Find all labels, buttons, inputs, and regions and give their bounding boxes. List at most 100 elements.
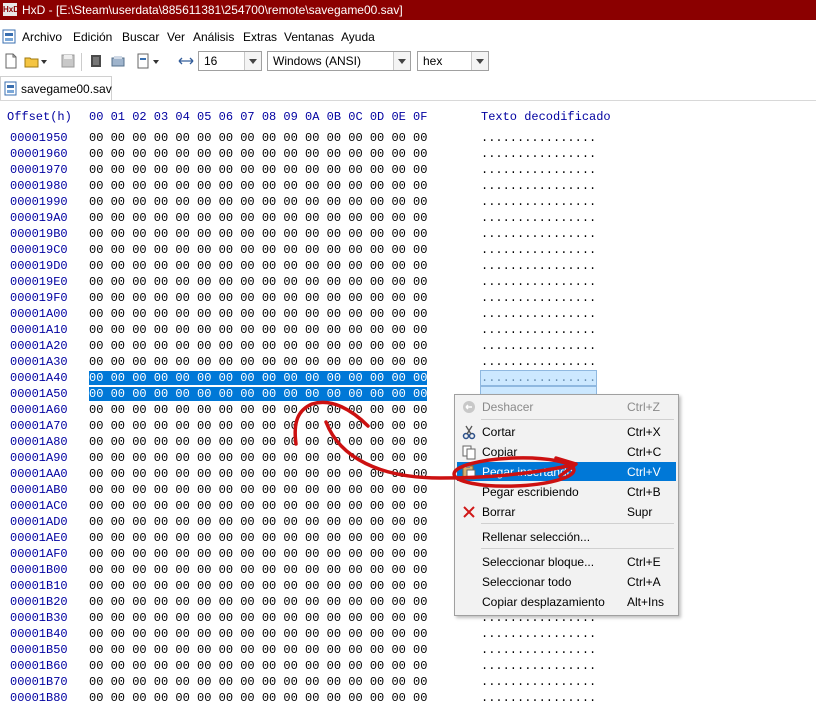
row-offset: 00001AD0 <box>10 515 68 529</box>
menu-item-pegar-escribiendo[interactable]: Pegar escribiendo Ctrl+B <box>457 482 676 501</box>
row-bytes[interactable]: 00 00 00 00 00 00 00 00 00 00 00 00 00 0… <box>89 515 427 529</box>
menu-item-label: Copiar desplazamiento <box>482 595 605 609</box>
ram-icon[interactable] <box>88 53 104 69</box>
menu-archivo[interactable]: Archivo <box>22 30 62 44</box>
row-decoded-text[interactable]: ................ <box>481 323 596 337</box>
row-bytes[interactable]: 00 00 00 00 00 00 00 00 00 00 00 00 00 0… <box>89 451 427 465</box>
row-bytes[interactable]: 00 00 00 00 00 00 00 00 00 00 00 00 00 0… <box>89 323 427 337</box>
menu-ayuda[interactable]: Ayuda <box>341 30 375 44</box>
menu-ver[interactable]: Ver <box>167 30 185 44</box>
row-bytes[interactable]: 00 00 00 00 00 00 00 00 00 00 00 00 00 0… <box>89 435 427 449</box>
menu-item-copiar[interactable]: Copiar Ctrl+C <box>457 442 676 461</box>
row-bytes[interactable]: 00 00 00 00 00 00 00 00 00 00 00 00 00 0… <box>89 403 427 417</box>
row-bytes[interactable]: 00 00 00 00 00 00 00 00 00 00 00 00 00 0… <box>89 259 427 273</box>
row-bytes[interactable]: 00 00 00 00 00 00 00 00 00 00 00 00 00 0… <box>89 179 427 193</box>
hxd-app-icon[interactable]: HxD <box>3 3 19 16</box>
row-bytes[interactable]: 00 00 00 00 00 00 00 00 00 00 00 00 00 0… <box>89 659 427 673</box>
row-decoded-text[interactable]: ................ <box>481 307 596 321</box>
row-bytes[interactable]: 00 00 00 00 00 00 00 00 00 00 00 00 00 0… <box>89 163 427 177</box>
offset-header: Offset(h) <box>7 110 72 124</box>
row-bytes[interactable]: 00 00 00 00 00 00 00 00 00 00 00 00 00 0… <box>89 387 428 401</box>
row-decoded-text[interactable]: ................ <box>481 243 596 257</box>
row-bytes[interactable]: 00 00 00 00 00 00 00 00 00 00 00 00 00 0… <box>89 483 427 497</box>
menu-item-label: Deshacer <box>482 400 534 414</box>
row-decoded-text[interactable]: ................ <box>481 131 596 145</box>
chevron-down-icon[interactable] <box>471 52 488 70</box>
row-decoded-text[interactable]: ................ <box>481 179 596 193</box>
row-bytes[interactable]: 00 00 00 00 00 00 00 00 00 00 00 00 00 0… <box>89 611 427 625</box>
row-decoded-text[interactable]: ................ <box>479 370 598 386</box>
row-decoded-text[interactable]: ................ <box>481 211 596 225</box>
row-bytes[interactable]: 00 00 00 00 00 00 00 00 00 00 00 00 00 0… <box>89 531 427 545</box>
row-bytes[interactable]: 00 00 00 00 00 00 00 00 00 00 00 00 00 0… <box>89 227 427 241</box>
row-decoded-text[interactable]: ................ <box>481 339 596 353</box>
row-decoded-text[interactable]: ................ <box>481 195 596 209</box>
row-bytes[interactable]: 00 00 00 00 00 00 00 00 00 00 00 00 00 0… <box>89 627 427 641</box>
row-bytes[interactable]: 00 00 00 00 00 00 00 00 00 00 00 00 00 0… <box>89 243 427 257</box>
save-icon <box>61 54 75 68</box>
row-bytes[interactable]: 00 00 00 00 00 00 00 00 00 00 00 00 00 0… <box>89 211 427 225</box>
menu-item-rellenar-seleccion[interactable]: Rellenar selección... <box>457 527 676 546</box>
disk-icon[interactable] <box>110 53 126 69</box>
offset-base-select[interactable]: hex <box>417 51 489 71</box>
row-bytes[interactable]: 00 00 00 00 00 00 00 00 00 00 00 00 00 0… <box>89 579 427 593</box>
row-bytes[interactable]: 00 00 00 00 00 00 00 00 00 00 00 00 00 0… <box>89 467 427 481</box>
row-offset: 00001A10 <box>10 323 68 337</box>
properties-icon[interactable] <box>135 53 151 69</box>
chevron-down-icon[interactable] <box>393 52 410 70</box>
menu-buscar[interactable]: Buscar <box>122 30 159 44</box>
open-dropdown-icon[interactable] <box>40 53 48 69</box>
document-icon[interactable] <box>2 29 16 44</box>
row-bytes[interactable]: 00 00 00 00 00 00 00 00 00 00 00 00 00 0… <box>89 131 427 145</box>
bytes-per-row-select[interactable]: 16 <box>198 51 262 71</box>
row-decoded-text[interactable]: ................ <box>481 227 596 241</box>
row-bytes[interactable]: 00 00 00 00 00 00 00 00 00 00 00 00 00 0… <box>89 419 427 433</box>
row-decoded-text[interactable]: ................ <box>481 627 596 641</box>
row-bytes[interactable]: 00 00 00 00 00 00 00 00 00 00 00 00 00 0… <box>89 643 427 657</box>
menu-item-borrar[interactable]: Borrar Supr <box>457 502 676 521</box>
row-decoded-text[interactable]: ................ <box>481 291 596 305</box>
row-bytes[interactable]: 00 00 00 00 00 00 00 00 00 00 00 00 00 0… <box>89 675 427 689</box>
row-bytes[interactable]: 00 00 00 00 00 00 00 00 00 00 00 00 00 0… <box>89 371 428 385</box>
charset-select[interactable]: Windows (ANSI) <box>267 51 411 71</box>
row-bytes[interactable]: 00 00 00 00 00 00 00 00 00 00 00 00 00 0… <box>89 547 427 561</box>
row-decoded-text[interactable]: ................ <box>481 355 596 369</box>
row-decoded-text[interactable]: ................ <box>481 675 596 689</box>
menu-ventanas[interactable]: Ventanas <box>284 30 334 44</box>
row-decoded-text[interactable]: ................ <box>481 147 596 161</box>
row-offset: 00001A30 <box>10 355 68 369</box>
row-bytes[interactable]: 00 00 00 00 00 00 00 00 00 00 00 00 00 0… <box>89 595 427 609</box>
row-decoded-text[interactable]: ................ <box>481 163 596 177</box>
row-decoded-text[interactable]: ................ <box>481 691 596 705</box>
menu-separator <box>481 523 674 524</box>
row-bytes[interactable]: 00 00 00 00 00 00 00 00 00 00 00 00 00 0… <box>89 499 427 513</box>
row-bytes[interactable]: 00 00 00 00 00 00 00 00 00 00 00 00 00 0… <box>89 307 427 321</box>
menu-analisis[interactable]: Análisis <box>193 30 234 44</box>
row-bytes[interactable]: 00 00 00 00 00 00 00 00 00 00 00 00 00 0… <box>89 147 427 161</box>
properties-dropdown-icon[interactable] <box>152 53 160 69</box>
open-folder-icon[interactable] <box>24 53 40 69</box>
row-bytes[interactable]: 00 00 00 00 00 00 00 00 00 00 00 00 00 0… <box>89 355 427 369</box>
chevron-down-icon[interactable] <box>244 52 261 70</box>
row-offset: 00001B50 <box>10 643 68 657</box>
menu-item-pegar-insertando[interactable]: Pegar insertando Ctrl+V <box>457 462 676 481</box>
menu-item-copiar-desplazamiento[interactable]: Copiar desplazamiento Alt+Ins <box>457 592 676 611</box>
row-decoded-text[interactable]: ................ <box>481 659 596 673</box>
row-decoded-text[interactable]: ................ <box>481 259 596 273</box>
row-bytes[interactable]: 00 00 00 00 00 00 00 00 00 00 00 00 00 0… <box>89 691 427 705</box>
menu-item-cortar[interactable]: Cortar Ctrl+X <box>457 422 676 441</box>
row-bytes[interactable]: 00 00 00 00 00 00 00 00 00 00 00 00 00 0… <box>89 275 427 289</box>
menu-item-seleccionar-bloque[interactable]: Seleccionar bloque... Ctrl+E <box>457 552 676 571</box>
row-bytes[interactable]: 00 00 00 00 00 00 00 00 00 00 00 00 00 0… <box>89 195 427 209</box>
menu-item-seleccionar-todo[interactable]: Seleccionar todo Ctrl+A <box>457 572 676 591</box>
tab-savegame[interactable]: savegame00.sav <box>0 76 112 100</box>
row-bytes[interactable]: 00 00 00 00 00 00 00 00 00 00 00 00 00 0… <box>89 339 427 353</box>
menu-extras[interactable]: Extras <box>243 30 277 44</box>
row-bytes[interactable]: 00 00 00 00 00 00 00 00 00 00 00 00 00 0… <box>89 291 427 305</box>
row-decoded-text[interactable]: ................ <box>481 275 596 289</box>
row-decoded-text[interactable]: ................ <box>481 643 596 657</box>
menu-item-label: Seleccionar todo <box>482 575 572 589</box>
new-file-icon[interactable] <box>3 53 19 69</box>
row-bytes[interactable]: 00 00 00 00 00 00 00 00 00 00 00 00 00 0… <box>89 563 427 577</box>
menu-edicion[interactable]: Edición <box>73 30 112 44</box>
